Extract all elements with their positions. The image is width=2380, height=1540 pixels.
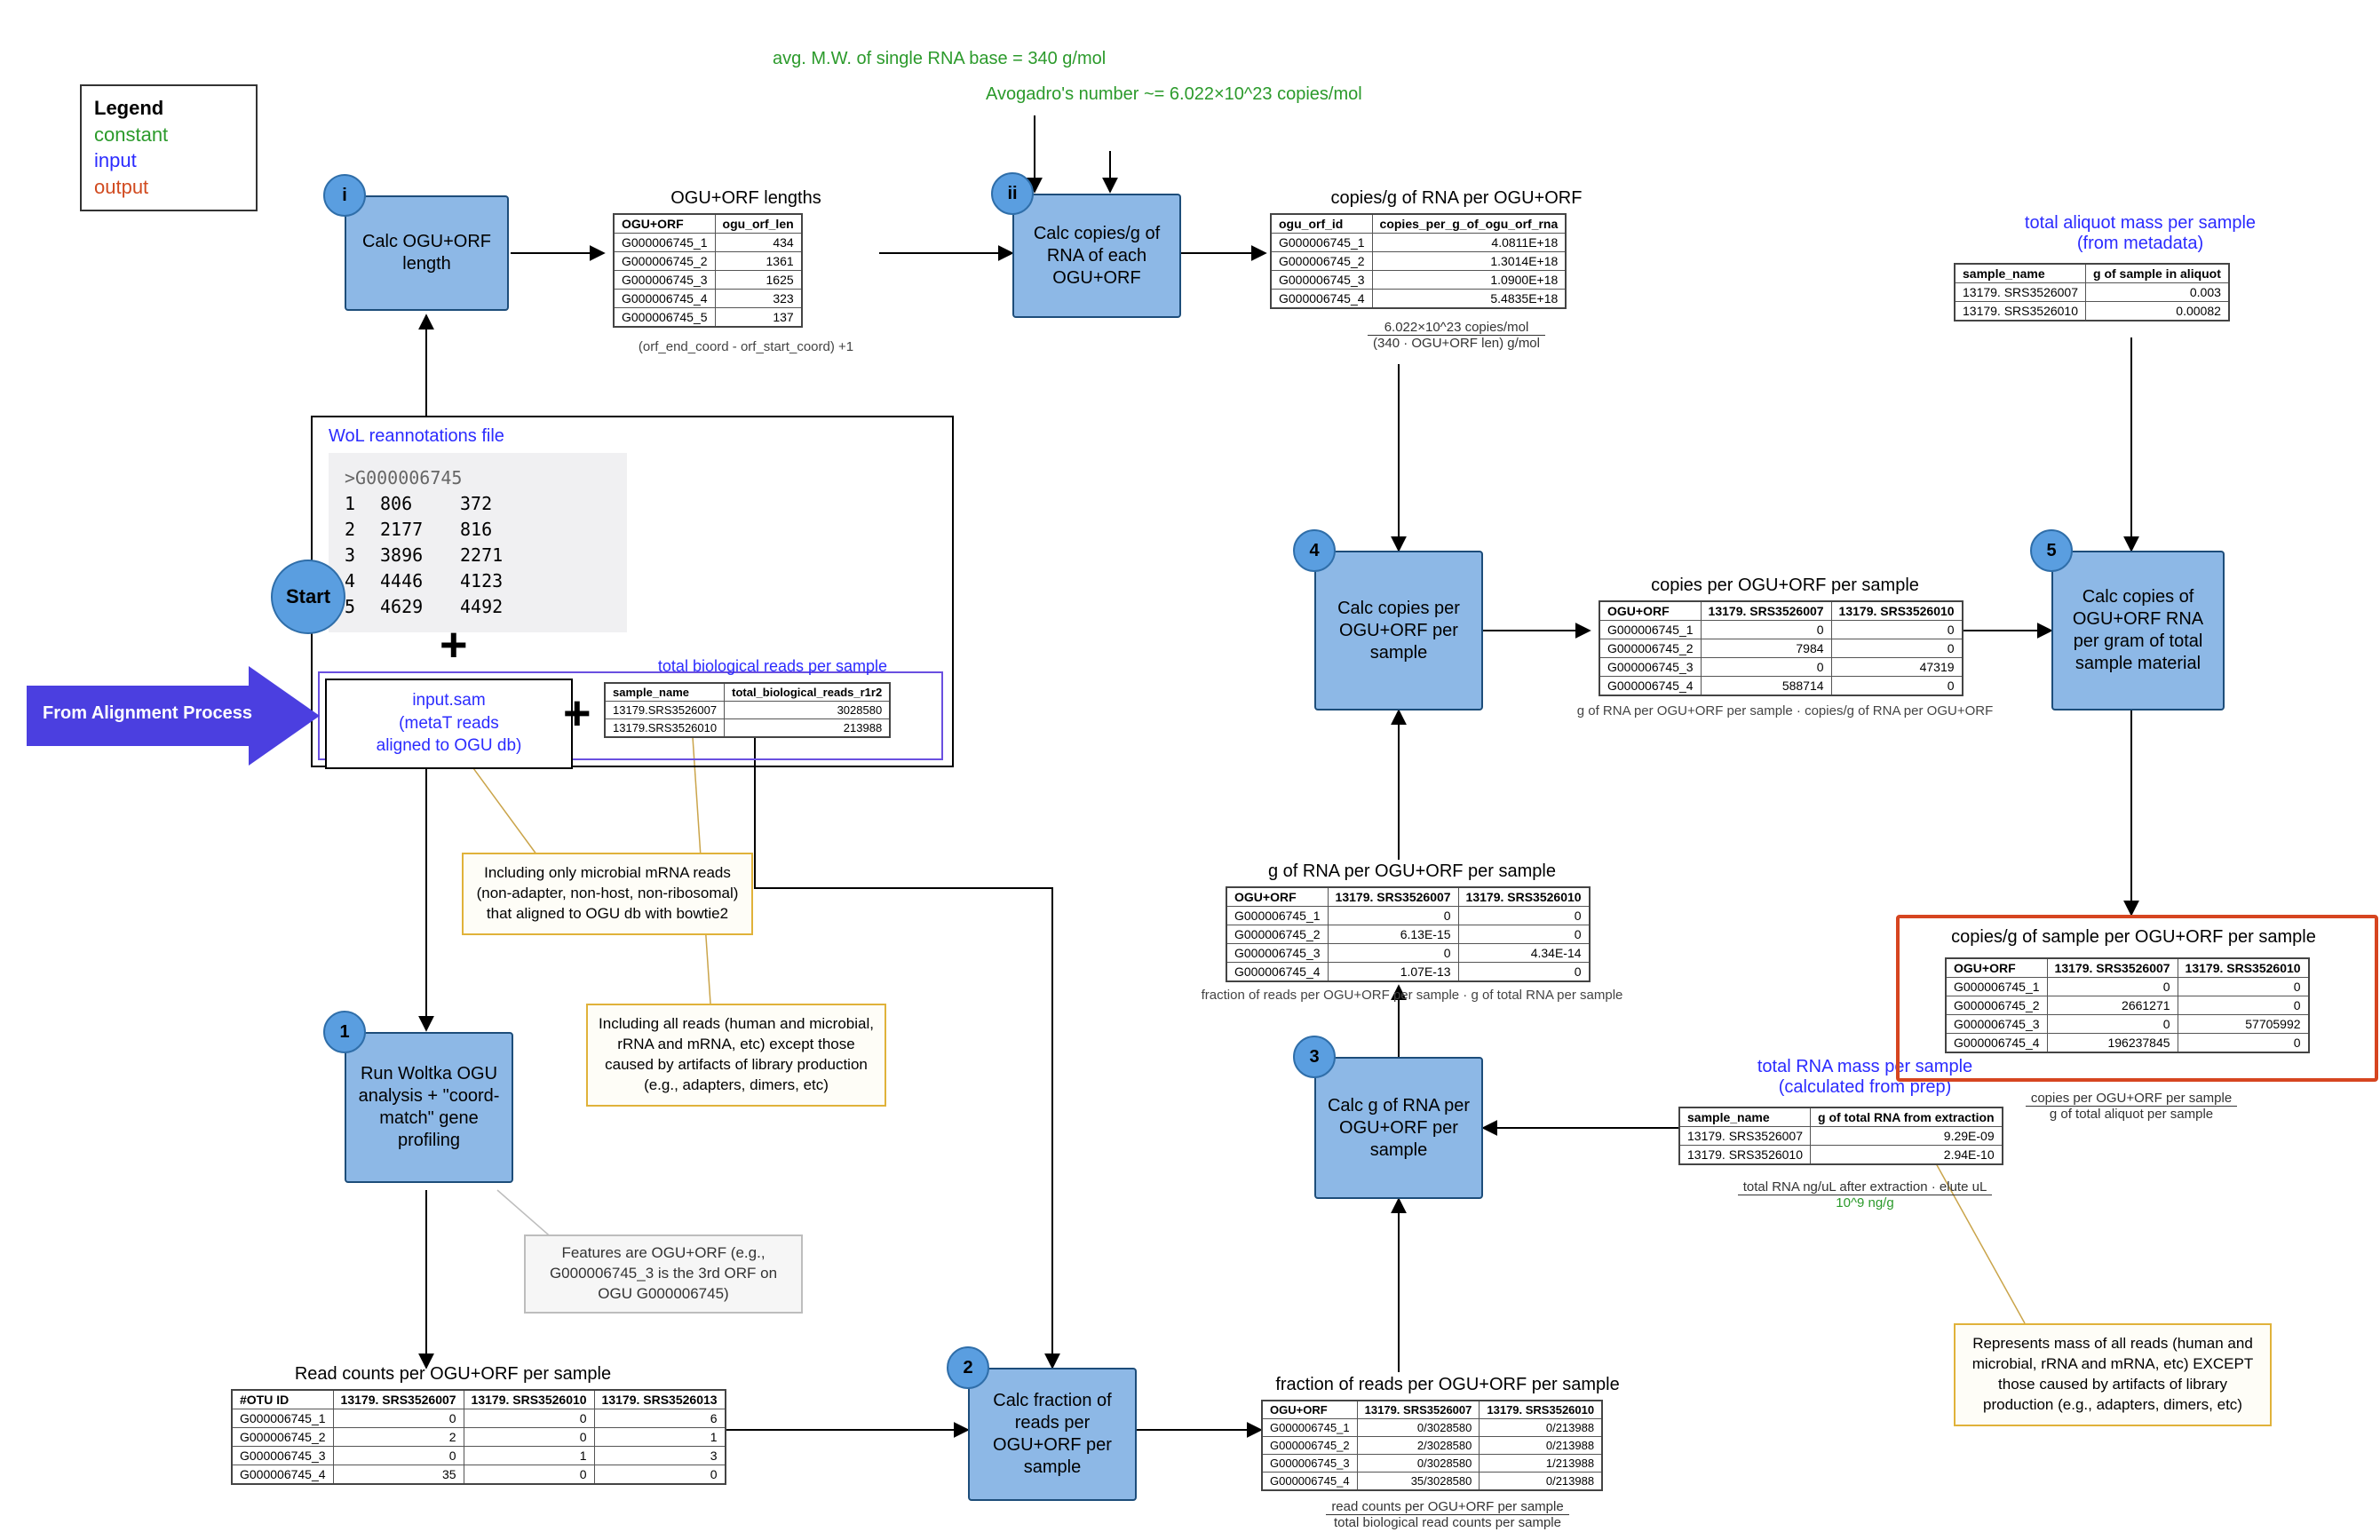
g-rna-table: OGU+ORF13179. SRS352600713179. SRS352601… <box>1226 886 1591 982</box>
badge-i: i <box>323 174 366 217</box>
step-1-label: Run Woltka OGU analysis + "coord-match" … <box>353 1063 504 1152</box>
fraction-table: OGU+ORF13179. SRS352600713179. SRS352601… <box>1261 1400 1603 1491</box>
step-3: Calc g of RNA per OGU+ORF per sample <box>1314 1057 1483 1199</box>
plus-icon: + <box>440 617 468 672</box>
bio-title: total biological reads per sample <box>604 657 941 676</box>
copies-g-formula: 6.022×10^23 copies/mol (340 · OGU+ORF le… <box>1279 320 1634 351</box>
step-ii-label: Calc copies/g of RNA of each OGU+ORF <box>1021 223 1172 290</box>
legend-input: input <box>94 147 243 174</box>
copies-per-table: OGU+ORF13179. SRS352600713179. SRS352601… <box>1599 600 1964 696</box>
orf-len-formula: (orf_end_coord - orf_start_coord) +1 <box>613 339 879 354</box>
read-counts-table: #OTU ID13179. SRS352600713179. SRS352601… <box>231 1389 726 1485</box>
output-formula: copies per OGU+ORF per sample g of total… <box>1945 1091 2318 1122</box>
aliquot-table: sample_nameg of sample in aliquot13179. … <box>1954 263 2230 321</box>
constant-mw: avg. M.W. of single RNA base = 340 g/mol <box>773 49 1305 69</box>
g-rna-title: g of RNA per OGU+ORF per sample <box>1226 861 1599 882</box>
output-table: OGU+ORF13179. SRS352600713179. SRS352601… <box>1945 957 2310 1053</box>
legend-constant: constant <box>94 122 243 148</box>
step-i-label: Calc OGU+ORF length <box>353 231 500 275</box>
step-2: Calc fraction of reads per OGU+ORF per s… <box>968 1368 1137 1501</box>
step-ii: Calc copies/g of RNA of each OGU+ORF <box>1012 194 1181 318</box>
rna-mass-note: Represents mass of all reads (human and … <box>1954 1323 2272 1426</box>
step-5-label: Calc copies of OGU+ORF RNA per gram of t… <box>2060 586 2216 675</box>
wol-header: >G000006745 <box>345 465 611 491</box>
step-5: Calc copies of OGU+ORF RNA per gram of t… <box>2051 551 2225 710</box>
output-title: copies/g of sample per OGU+ORF per sampl… <box>1909 927 2358 948</box>
badge-2: 2 <box>947 1346 989 1389</box>
wol-rows: 1806372221778163389622714444641235462944… <box>345 491 611 620</box>
badge-5: 5 <box>2030 529 2073 572</box>
step-2-label: Calc fraction of reads per OGU+ORF per s… <box>977 1390 1128 1479</box>
diagram-canvas: Legend constant input output avg. M.W. o… <box>0 0 2380 1540</box>
step-3-label: Calc g of RNA per OGU+ORF per sample <box>1323 1095 1474 1162</box>
step-1: Run Woltka OGU analysis + "coord-match" … <box>345 1032 513 1183</box>
legend: Legend constant input output <box>80 84 258 211</box>
rna-mass-formula: total RNA ng/uL after extraction · elute… <box>1678 1179 2051 1211</box>
fraction-title: fraction of reads per OGU+ORF per sample <box>1261 1375 1634 1395</box>
step-i: Calc OGU+ORF length <box>345 195 509 311</box>
badge-1: 1 <box>323 1011 366 1053</box>
read-counts-title: Read counts per OGU+ORF per sample <box>231 1364 675 1385</box>
aliquot-title: total aliquot mass per sample (from meta… <box>1954 213 2327 254</box>
copies-per-formula: g of RNA per OGU+ORF per sample · copies… <box>1563 703 2007 718</box>
step-4-label: Calc copies per OGU+ORF per sample <box>1323 598 1474 664</box>
legend-output: output <box>94 174 243 201</box>
badge-4: 4 <box>1293 529 1336 572</box>
feature-note: Features are OGU+ORF (e.g., G000006745_3… <box>524 1234 803 1314</box>
copies-g-table: ogu_orf_idcopies_per_g_of_ogu_orf_rnaG00… <box>1270 213 1567 309</box>
start-badge: Start <box>271 560 345 634</box>
orf-len-title: OGU+ORF lengths <box>613 188 879 209</box>
orf-len-table: OGU+ORFogu_orf_lenG000006745_1434G000006… <box>613 213 803 328</box>
wol-title: WoL reannotations file <box>329 426 595 447</box>
alignment-arrow-label: From Alignment Process <box>43 703 252 724</box>
wol-panel: >G000006745 1806372221778163389622714444… <box>329 453 627 632</box>
legend-title: Legend <box>94 95 243 122</box>
plus-icon-2: + <box>563 686 591 741</box>
constant-avogadro: Avogadro's number ~= 6.022×10^23 copies/… <box>986 84 1519 105</box>
bio-note: Including all reads (human and microbial… <box>586 1004 886 1107</box>
fraction-formula: read counts per OGU+ORF per sample total… <box>1261 1499 1634 1530</box>
sam-note: Including only microbial mRNA reads (non… <box>462 853 753 935</box>
g-rna-formula: fraction of reads per OGU+ORF per sample… <box>1181 988 1643 1003</box>
alignment-arrow: From Alignment Process <box>27 666 320 766</box>
input-sam: input.sam (metaT reads aligned to OGU db… <box>325 679 573 769</box>
badge-ii: ii <box>991 172 1034 215</box>
badge-3: 3 <box>1293 1036 1336 1078</box>
copies-per-title: copies per OGU+ORF per sample <box>1599 576 1971 596</box>
bio-table: sample_nametotal_biological_reads_r1r213… <box>604 682 891 738</box>
copies-g-title: copies/g of RNA per OGU+ORF <box>1270 188 1643 209</box>
step-4: Calc copies per OGU+ORF per sample <box>1314 551 1483 710</box>
